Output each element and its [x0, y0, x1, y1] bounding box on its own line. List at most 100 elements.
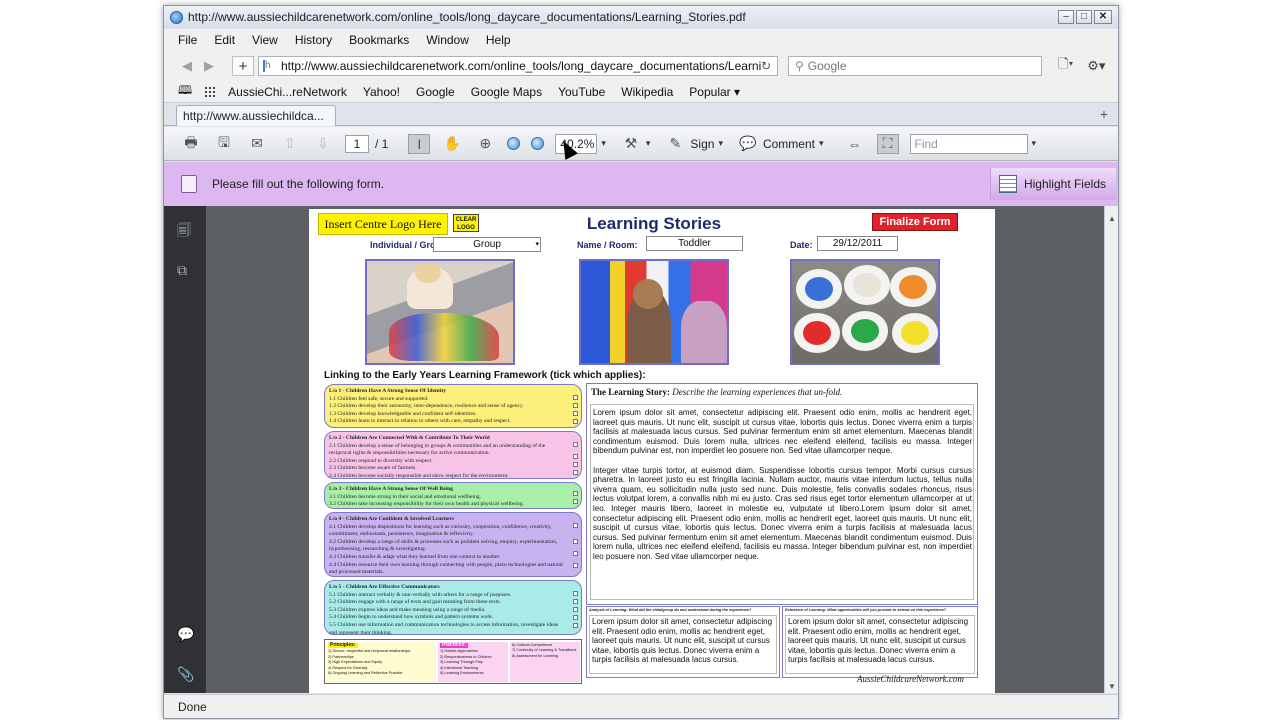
outcome-checkbox[interactable]: [573, 591, 578, 596]
comment-dropdown-icon[interactable]: ▾: [819, 138, 824, 149]
menu-bookmarks[interactable]: Bookmarks: [349, 33, 409, 47]
outcome-checkbox[interactable]: [573, 523, 578, 528]
menu-edit[interactable]: Edit: [214, 33, 235, 47]
clear-logo-button[interactable]: CLEAR LOGO: [453, 214, 479, 232]
outcome-checkbox[interactable]: [573, 395, 578, 400]
highlight-fields-button[interactable]: Highlight Fields: [989, 168, 1116, 200]
group-select[interactable]: Group ▾: [433, 237, 541, 252]
zoom-out-icon[interactable]: [507, 137, 521, 150]
email-icon[interactable]: ✉: [246, 134, 268, 154]
analysis-text-field[interactable]: Lorem ipsum dolor sit amet, consectetur …: [589, 615, 777, 674]
outcome-checkbox[interactable]: [573, 599, 578, 604]
outcome-checkbox[interactable]: [573, 403, 578, 408]
next-page-icon[interactable]: ⇩: [312, 134, 334, 154]
bookmark-google[interactable]: Google: [416, 85, 455, 99]
comment-button[interactable]: Comment: [763, 137, 815, 151]
bookmark-yahoo[interactable]: Yahoo!: [363, 85, 400, 99]
grid-icon[interactable]: [204, 85, 217, 98]
outcome-checkbox[interactable]: [573, 607, 578, 612]
menu-history[interactable]: History: [295, 33, 332, 47]
address-bar[interactable]: h http://www.aussiechildcarenetwork.com/…: [258, 56, 778, 76]
date-field[interactable]: 29/12/2011: [817, 236, 898, 251]
form-title: Learning Stories: [586, 214, 722, 233]
outcome-checkbox[interactable]: [573, 623, 578, 628]
chevron-down-icon: ▾: [734, 84, 741, 99]
forward-button[interactable]: ▶: [198, 56, 220, 76]
name-room-field[interactable]: Toddler: [646, 236, 743, 251]
outcome-4-box: L/o 4 - Children Are Confident & Involve…: [324, 512, 582, 577]
add-bookmark-button[interactable]: +: [232, 56, 254, 76]
tab-active[interactable]: http://www.aussiechildca...: [176, 105, 336, 126]
outcome-checkbox[interactable]: [573, 419, 578, 424]
photo-paint-plates[interactable]: [790, 259, 940, 365]
search-box[interactable]: ⚲: [788, 56, 1042, 76]
outcome-checkbox[interactable]: [573, 539, 578, 544]
menu-file[interactable]: File: [178, 33, 197, 47]
attachments-binoculars-icon[interactable]: ⧉: [177, 262, 193, 280]
learning-story-text-field[interactable]: Lorem ipsum dolor sit amet, consectetur …: [590, 404, 974, 600]
photo-painting-wall[interactable]: [579, 259, 729, 365]
sign-dropdown-icon[interactable]: ▾: [718, 138, 723, 149]
back-button[interactable]: ◀: [176, 56, 198, 76]
outcome-checkbox[interactable]: [573, 615, 578, 620]
bookmark-wikipedia[interactable]: Wikipedia: [621, 85, 673, 99]
page-menu-icon[interactable]: 🗋▾: [1058, 55, 1073, 77]
maximize-button[interactable]: □: [1076, 10, 1092, 24]
insert-logo-button[interactable]: Insert Centre Logo Here: [318, 213, 448, 235]
outcome-checkbox[interactable]: [573, 499, 578, 504]
menu-help[interactable]: Help: [486, 33, 511, 47]
extension-heading: Extension of Learning: What opportunitie…: [785, 608, 947, 612]
search-input[interactable]: [807, 59, 1041, 73]
fit-width-icon[interactable]: ⇔: [844, 134, 866, 154]
bookmark-aussie[interactable]: AussieChi...reNetwork: [228, 85, 347, 99]
scroll-up-icon[interactable]: ▲: [1108, 214, 1116, 223]
new-tab-button[interactable]: +: [1100, 106, 1108, 122]
fullscreen-icon[interactable]: ⛶: [876, 133, 899, 154]
outcome-checkbox[interactable]: [573, 411, 578, 416]
outcome-checkbox[interactable]: [573, 563, 578, 568]
outcome-checkbox[interactable]: [573, 462, 578, 467]
page-number-input[interactable]: 1: [345, 134, 369, 153]
book-icon[interactable]: 🕮: [178, 81, 192, 102]
prev-page-icon[interactable]: ⇧: [279, 134, 301, 154]
extension-text-field[interactable]: Lorem ipsum dolor sit amet, consectetur …: [785, 615, 975, 674]
tools-icon[interactable]: ⚒: [620, 134, 642, 154]
bookmark-google-maps[interactable]: Google Maps: [471, 85, 542, 99]
outcome-3-box: L/o 3 - Children Have A Strong Sense Of …: [324, 482, 582, 509]
site-favicon: h: [263, 60, 277, 72]
outcome-checkbox[interactable]: [573, 551, 578, 556]
paperclip-icon[interactable]: 📎: [177, 666, 194, 684]
vertical-scrollbar[interactable]: ▲ ▼: [1104, 206, 1118, 693]
gear-icon[interactable]: ⚙▾: [1087, 58, 1105, 74]
select-tool-icon[interactable]: I: [408, 133, 431, 154]
outcome-checkbox[interactable]: [573, 442, 578, 447]
zoom-in-icon[interactable]: [531, 137, 545, 150]
find-box[interactable]: Find: [909, 133, 1028, 154]
finalize-form-button[interactable]: Finalize Form: [872, 213, 958, 231]
menu-view[interactable]: View: [252, 33, 278, 47]
find-dropdown-icon[interactable]: ▾: [1032, 138, 1037, 149]
bookmark-popular[interactable]: Popular ▾: [689, 85, 740, 99]
comments-icon[interactable]: 💬: [177, 626, 194, 644]
close-button[interactable]: ✕: [1094, 10, 1112, 24]
photo-painting-floor[interactable]: [365, 259, 515, 365]
reload-icon[interactable]: ↻: [761, 59, 777, 73]
extension-box: Extension of Learning: What opportunitie…: [782, 606, 978, 678]
scroll-down-icon[interactable]: ▼: [1108, 682, 1116, 691]
zoom-dropdown-icon[interactable]: ▾: [601, 138, 606, 149]
menu-window[interactable]: Window: [426, 33, 469, 47]
outcome-checkbox[interactable]: [573, 491, 578, 496]
minimize-button[interactable]: –: [1058, 10, 1074, 24]
sign-button[interactable]: Sign: [690, 137, 714, 151]
find-input[interactable]: Find: [915, 137, 938, 151]
address-text[interactable]: http://www.aussiechildcarenetwork.com/on…: [281, 59, 761, 73]
tools-dropdown-icon[interactable]: ▾: [646, 138, 651, 149]
pages-icon[interactable]: 🗐: [177, 220, 193, 238]
outcome-checkbox[interactable]: [573, 454, 578, 459]
print-icon[interactable]: 🖶: [180, 134, 202, 154]
marquee-zoom-icon[interactable]: ⊕: [474, 134, 496, 154]
outcome-checkbox[interactable]: [573, 470, 578, 475]
hand-tool-icon[interactable]: ✋: [441, 134, 463, 154]
save-icon[interactable]: 🖫: [213, 134, 235, 154]
bookmark-youtube[interactable]: YouTube: [558, 85, 605, 99]
